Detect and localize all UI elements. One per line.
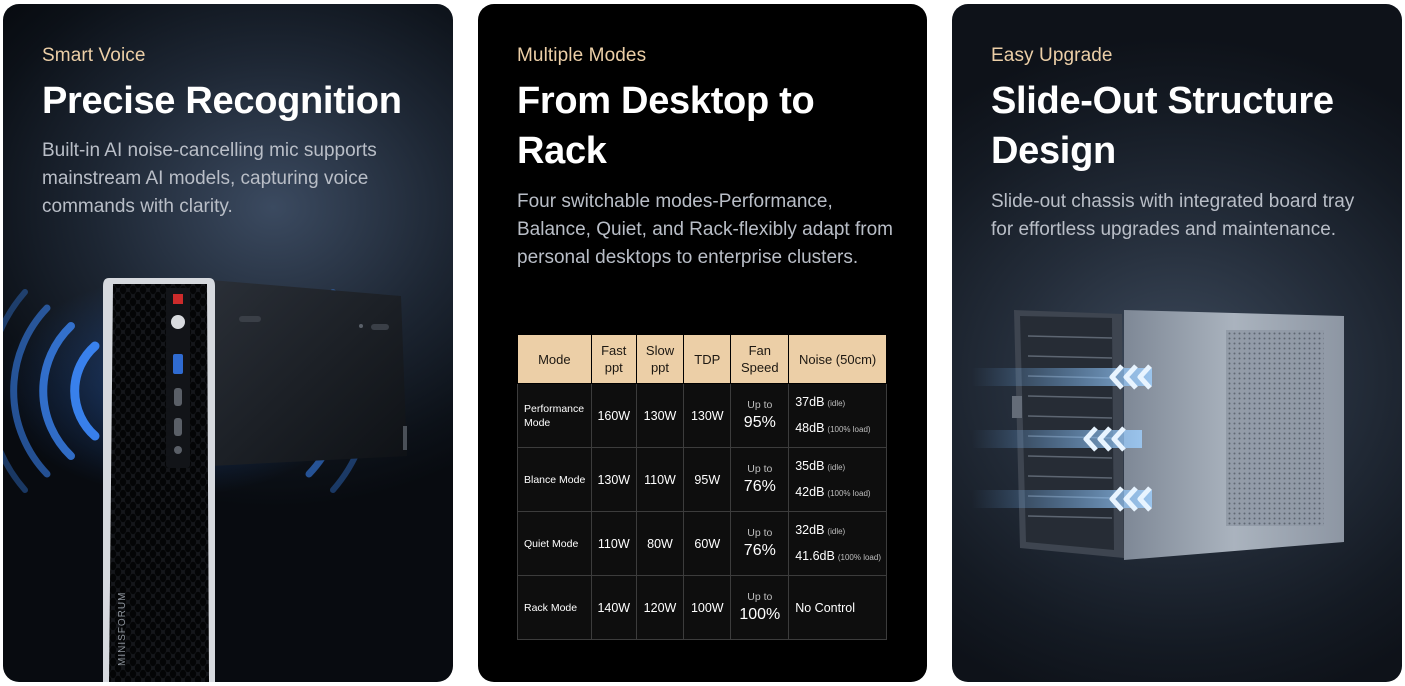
device-brand-label: MINISFORUM: [117, 592, 128, 666]
noise-load: 48dB: [795, 420, 825, 435]
fan-prefix: Up to: [747, 591, 773, 603]
noise-text: No Control: [795, 600, 855, 615]
noise-load: 41.6dB: [795, 548, 835, 563]
table-row: Performance Mode 160W 130W 130W Up to 95%…: [517, 383, 887, 448]
table-row: Quiet Mode 110W 80W 60W Up to 76% 32dB (id…: [517, 511, 887, 576]
header-fast-ppt: Fast ppt: [590, 334, 637, 384]
cell-fan: Up to 76%: [730, 447, 790, 512]
fan-value: 95%: [743, 414, 776, 431]
fan-value: 76%: [743, 542, 776, 559]
card-title: From Desktop to Rack: [517, 80, 815, 172]
header-noise: Noise (50cm): [788, 334, 887, 384]
feature-card-voice: Smart Voice Precise Recognition Built-in…: [3, 4, 453, 682]
card-description: Slide-out chassis with integrated board …: [991, 191, 1355, 240]
cell-mode: Performance Mode: [517, 383, 592, 448]
cell-tdp: 95W: [683, 447, 732, 512]
cell-mode: Rack Mode: [517, 575, 592, 640]
idle-tag: (idle): [827, 462, 846, 472]
feature-card-slide-out: Easy Upgrade Slide-Out Structure Design …: [952, 4, 1402, 682]
card-eyebrow: Multiple Modes: [517, 45, 647, 66]
noise-idle: 32dB: [795, 522, 825, 537]
card-title: Slide-Out Structure Design: [991, 80, 1334, 172]
cell-noise: 35dB (idle) 42dB (100% load): [788, 447, 887, 512]
card-description: Four switchable modes-Performance, Balan…: [517, 191, 893, 268]
cell-fast: 130W: [590, 447, 637, 512]
fan-prefix: Up to: [747, 463, 773, 475]
cell-fast: 110W: [590, 511, 637, 576]
load-tag: (100% load): [837, 552, 881, 562]
fan-value: 100%: [739, 606, 781, 623]
table-row: Blance Mode 130W 110W 95W Up to 76% 35dB(…: [517, 447, 887, 512]
noise-idle: 35dB: [795, 458, 825, 473]
header-slow-ppt: Slow ppt: [635, 334, 685, 384]
cell-noise: 37dB (idle) 48dB (100% load): [788, 383, 887, 448]
cell-slow: 130W: [635, 383, 685, 448]
cell-fan: Up to 100%: [730, 575, 790, 640]
cell-mode: Quiet Mode: [517, 511, 592, 576]
cell-slow: 120W: [635, 575, 685, 640]
idle-tag: (idle): [827, 398, 846, 408]
header-tdp: TDP: [683, 334, 732, 384]
table-row: Rack Mode 140W 120W 100W Up to 100% No Co…: [517, 575, 887, 640]
noise-idle: 37dB: [795, 394, 825, 409]
table-header-row: Mode Fast ppt Slow ppt TDP Fan Speed Noi…: [517, 334, 887, 384]
card-description: Built-in AI noise-cancelling mic support…: [42, 140, 377, 217]
cell-fan: Up to 95%: [730, 383, 790, 448]
cell-fast: 160W: [590, 383, 637, 448]
fan-prefix: Up to: [747, 527, 773, 539]
load-tag: (100% load): [827, 424, 871, 434]
noise-load: 42dB: [795, 484, 825, 499]
cell-mode: Blance Mode: [517, 447, 592, 512]
cell-tdp: 100W: [683, 575, 732, 640]
cell-slow: 110W: [635, 447, 685, 512]
mini-pc-mic-illustration: MINISFORUM: [3, 276, 407, 682]
cell-tdp: 130W: [683, 383, 732, 448]
mode-spec-table: Mode Fast ppt Slow ppt TDP Fan Speed Noi…: [517, 334, 887, 640]
cell-fan: Up to 76%: [730, 511, 790, 576]
card-eyebrow: Easy Upgrade: [991, 45, 1113, 66]
cell-tdp: 60W: [683, 511, 732, 576]
card-title: Precise Recognition: [42, 80, 402, 122]
cell-noise: 32dB (idle) 41.6dB (100% load): [788, 511, 887, 576]
cell-fast: 140W: [590, 575, 637, 640]
card-eyebrow: Smart Voice: [42, 45, 146, 66]
idle-tag: (idle): [827, 526, 846, 536]
feature-card-modes: Multiple Modes From Desktop to Rack Four…: [478, 4, 927, 682]
fan-prefix: Up to: [747, 399, 773, 411]
cell-noise: No Control: [788, 575, 887, 640]
load-tag: (100% load): [827, 488, 871, 498]
cell-slow: 80W: [635, 511, 685, 576]
header-fan-speed: Fan Speed: [730, 334, 790, 384]
fan-value: 76%: [743, 478, 776, 495]
header-mode: Mode: [517, 334, 592, 384]
slide-out-chassis-illustration: [972, 310, 1344, 560]
